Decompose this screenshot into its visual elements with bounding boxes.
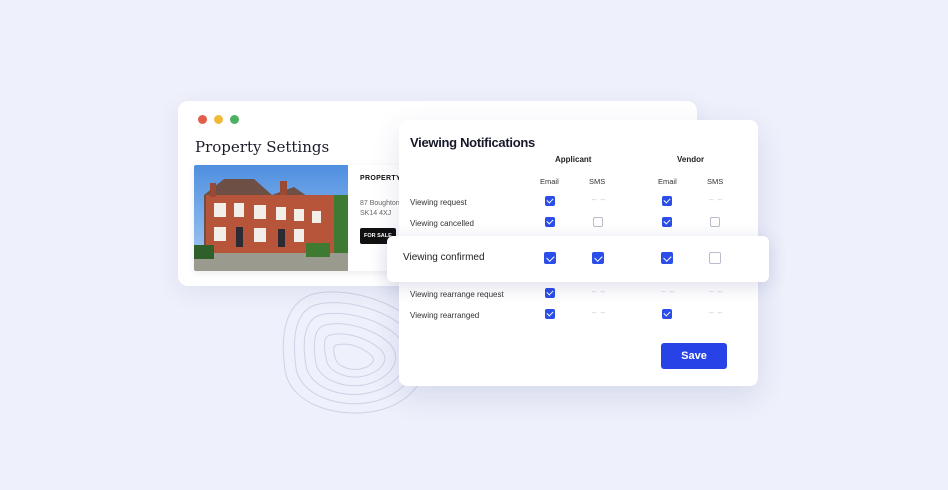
property-label: PROPERTY: [360, 175, 401, 182]
viewing-request-applicant-email-checkbox[interactable]: [545, 196, 555, 206]
row-label-viewing-rearrange-request: Viewing rearrange request: [410, 290, 504, 299]
property-card[interactable]: PROPERTY 87 Boughton SK14 4XJ FOR SALE: [194, 165, 404, 271]
window-controls: [198, 115, 239, 124]
applicant-email-header: Email: [540, 177, 559, 186]
row-label-viewing-cancelled: Viewing cancelled: [410, 219, 474, 228]
viewing-request-applicant-sms-na: – –: [592, 195, 607, 204]
property-address: 87 Boughton SK14 4XJ: [360, 199, 400, 219]
vendor-email-header: Email: [658, 177, 677, 186]
rearranged-vendor-sms-na: – –: [709, 308, 724, 317]
row-label-viewing-request: Viewing request: [410, 198, 467, 207]
viewing-confirmed-vendor-email-checkbox[interactable]: [661, 252, 673, 264]
viewing-cancelled-applicant-sms-checkbox[interactable]: [593, 217, 603, 227]
viewing-cancelled-applicant-email-checkbox[interactable]: [545, 217, 555, 227]
rearrange-request-applicant-email-checkbox[interactable]: [545, 288, 555, 298]
vendor-group-header: Vendor: [677, 155, 705, 164]
viewing-request-vendor-email-checkbox[interactable]: [662, 196, 672, 206]
viewing-confirmed-applicant-email-checkbox[interactable]: [544, 252, 556, 264]
save-button[interactable]: Save: [661, 343, 727, 369]
vendor-sms-header: SMS: [707, 177, 724, 186]
applicant-sms-header: SMS: [589, 177, 606, 186]
maximize-window-dot[interactable]: [230, 115, 239, 124]
viewing-confirmed-vendor-sms-checkbox[interactable]: [709, 252, 721, 264]
rearrange-request-vendor-email-na: – –: [661, 287, 676, 296]
property-photo: [194, 165, 348, 271]
rearranged-applicant-sms-na: – –: [592, 308, 607, 317]
rearranged-applicant-email-checkbox[interactable]: [545, 309, 555, 319]
rearrange-request-applicant-sms-na: – –: [592, 287, 607, 296]
viewing-confirmed-applicant-sms-checkbox[interactable]: [592, 252, 604, 264]
rearranged-vendor-email-checkbox[interactable]: [662, 309, 672, 319]
rearrange-request-vendor-sms-na: – –: [709, 287, 724, 296]
minimize-window-dot[interactable]: [214, 115, 223, 124]
panel-title: Viewing Notifications: [410, 135, 535, 150]
row-label-viewing-confirmed: Viewing confirmed: [403, 252, 485, 263]
applicant-group-header: Applicant: [555, 155, 592, 164]
property-settings-title: Property Settings: [195, 138, 330, 156]
address-line-2: SK14 4XJ: [360, 210, 392, 217]
viewing-cancelled-vendor-email-checkbox[interactable]: [662, 217, 672, 227]
close-window-dot[interactable]: [198, 115, 207, 124]
viewing-cancelled-vendor-sms-checkbox[interactable]: [710, 217, 720, 227]
row-label-viewing-rearranged: Viewing rearranged: [410, 311, 480, 320]
viewing-confirmed-row: Viewing confirmed: [387, 236, 769, 282]
viewing-request-vendor-sms-na: – –: [709, 195, 724, 204]
address-line-1: 87 Boughton: [360, 200, 400, 207]
